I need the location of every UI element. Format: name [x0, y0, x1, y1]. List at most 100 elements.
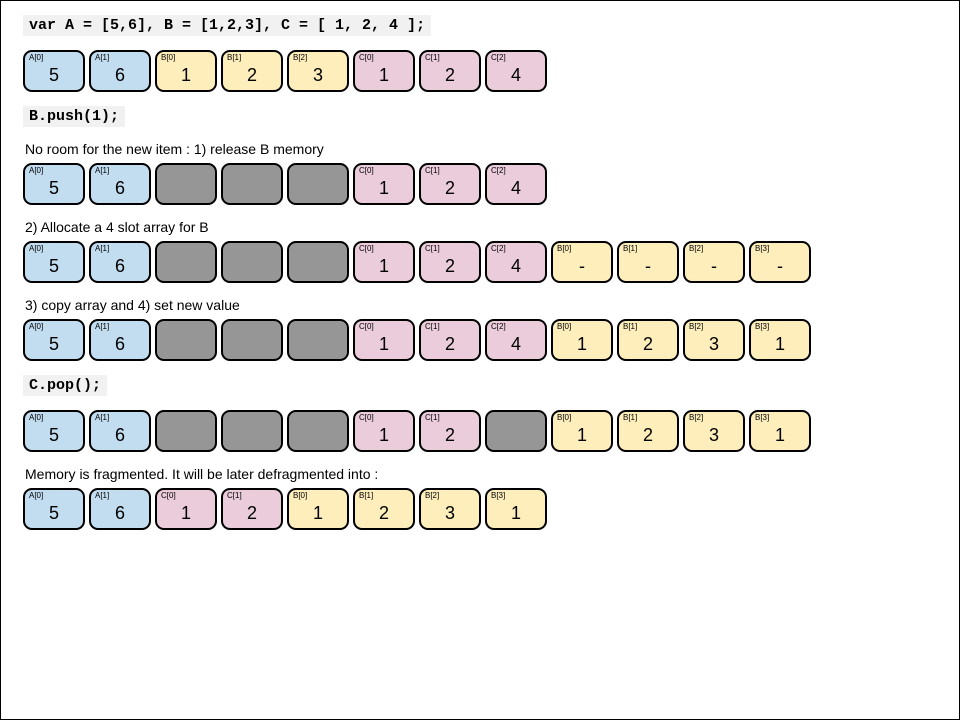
cell-label: C[2]	[487, 243, 545, 253]
cell-value: 2	[421, 253, 479, 281]
cell-label: C[1]	[421, 321, 479, 331]
memory-cell	[155, 241, 217, 283]
memory-cell: B[2]3	[287, 50, 349, 92]
memory-cell	[221, 410, 283, 452]
cell-value: 4	[487, 331, 545, 359]
memory-cell: C[1]2	[419, 241, 481, 283]
memory-cell: C[0]1	[155, 488, 217, 530]
cell-value: 5	[25, 175, 83, 203]
cell-value: 3	[685, 331, 743, 359]
cell-value: 2	[355, 500, 413, 528]
cell-label	[157, 321, 215, 331]
cell-value: 2	[619, 331, 677, 359]
memory-cell	[155, 410, 217, 452]
memory-cell: B[2]3	[683, 410, 745, 452]
cell-value: 1	[487, 500, 545, 528]
cell-label: A[0]	[25, 165, 83, 175]
cell-value: 1	[157, 500, 215, 528]
cell-label: B[1]	[223, 52, 281, 62]
memory-cell	[287, 319, 349, 361]
cell-label	[223, 412, 281, 422]
memory-cell: A[0]5	[23, 241, 85, 283]
cell-label: A[0]	[25, 321, 83, 331]
memory-row-6: A[0]5A[1]6C[0]1C[1]2B[0]1B[1]2B[2]3B[3]1	[23, 488, 937, 530]
memory-cell: B[0]1	[551, 319, 613, 361]
cell-label: B[0]	[553, 321, 611, 331]
cell-label: A[0]	[25, 412, 83, 422]
cell-value: 2	[421, 175, 479, 203]
cell-value: 2	[223, 62, 281, 90]
memory-cell: C[0]1	[353, 319, 415, 361]
cell-value: 2	[421, 331, 479, 359]
caption-release: No room for the new item : 1) release B …	[25, 141, 937, 157]
memory-cell: A[0]5	[23, 50, 85, 92]
cell-label: C[1]	[421, 165, 479, 175]
cell-value: 2	[421, 422, 479, 450]
cell-label: B[0]	[289, 490, 347, 500]
cell-value: -	[553, 253, 611, 281]
cell-value	[223, 175, 281, 203]
cell-value: 1	[289, 500, 347, 528]
memory-cell: B[0]-	[551, 241, 613, 283]
memory-row-4: A[0]5A[1]6C[0]1C[1]2C[2]4B[0]1B[1]2B[2]3…	[23, 319, 937, 361]
cell-label: B[2]	[421, 490, 479, 500]
cell-label: B[3]	[751, 243, 809, 253]
memory-cell: C[1]2	[221, 488, 283, 530]
cell-value: 2	[223, 500, 281, 528]
memory-cell	[155, 163, 217, 205]
cell-value: 5	[25, 422, 83, 450]
cell-label: B[1]	[355, 490, 413, 500]
cell-label: B[2]	[685, 412, 743, 422]
memory-row-5: A[0]5A[1]6C[0]1C[1]2B[0]1B[1]2B[2]3B[3]1	[23, 410, 937, 452]
cell-value	[289, 253, 347, 281]
memory-cell: B[1]2	[617, 319, 679, 361]
cell-value: 1	[751, 331, 809, 359]
cell-label	[289, 412, 347, 422]
code-pop: C.pop();	[23, 375, 107, 396]
cell-label: B[0]	[553, 243, 611, 253]
cell-label: B[3]	[487, 490, 545, 500]
memory-cell: B[1]2	[221, 50, 283, 92]
memory-cell: C[2]4	[485, 163, 547, 205]
cell-label: C[1]	[421, 412, 479, 422]
cell-value: 3	[685, 422, 743, 450]
memory-cell: B[1]-	[617, 241, 679, 283]
cell-label	[289, 321, 347, 331]
cell-label: B[1]	[619, 321, 677, 331]
memory-cell	[221, 319, 283, 361]
code-push: B.push(1);	[23, 106, 125, 127]
cell-value: -	[751, 253, 809, 281]
cell-label: C[0]	[355, 165, 413, 175]
memory-cell: C[0]1	[353, 241, 415, 283]
cell-value: 1	[751, 422, 809, 450]
memory-cell: B[3]-	[749, 241, 811, 283]
cell-value: 1	[355, 253, 413, 281]
cell-label	[157, 412, 215, 422]
cell-label	[487, 412, 545, 422]
memory-cell: B[0]1	[287, 488, 349, 530]
memory-cell	[287, 241, 349, 283]
cell-label: B[1]	[619, 412, 677, 422]
cell-value: 6	[91, 175, 149, 203]
memory-cell: A[1]6	[89, 410, 151, 452]
cell-value	[157, 175, 215, 203]
cell-value: 5	[25, 62, 83, 90]
cell-label: C[1]	[421, 243, 479, 253]
memory-row-1: A[0]5A[1]6B[0]1B[1]2B[2]3C[0]1C[1]2C[2]4	[23, 50, 937, 92]
memory-cell: C[1]2	[419, 163, 481, 205]
memory-cell: A[0]5	[23, 319, 85, 361]
cell-label: B[3]	[751, 412, 809, 422]
memory-cell: B[2]3	[419, 488, 481, 530]
cell-label	[223, 243, 281, 253]
memory-cell: A[0]5	[23, 410, 85, 452]
cell-label: C[0]	[355, 52, 413, 62]
memory-cell: C[1]2	[419, 319, 481, 361]
cell-value: 6	[91, 331, 149, 359]
cell-label: C[1]	[421, 52, 479, 62]
cell-label: C[0]	[355, 321, 413, 331]
cell-value: 5	[25, 500, 83, 528]
cell-value	[289, 331, 347, 359]
cell-value	[289, 422, 347, 450]
cell-value: 6	[91, 422, 149, 450]
cell-label: C[2]	[487, 52, 545, 62]
